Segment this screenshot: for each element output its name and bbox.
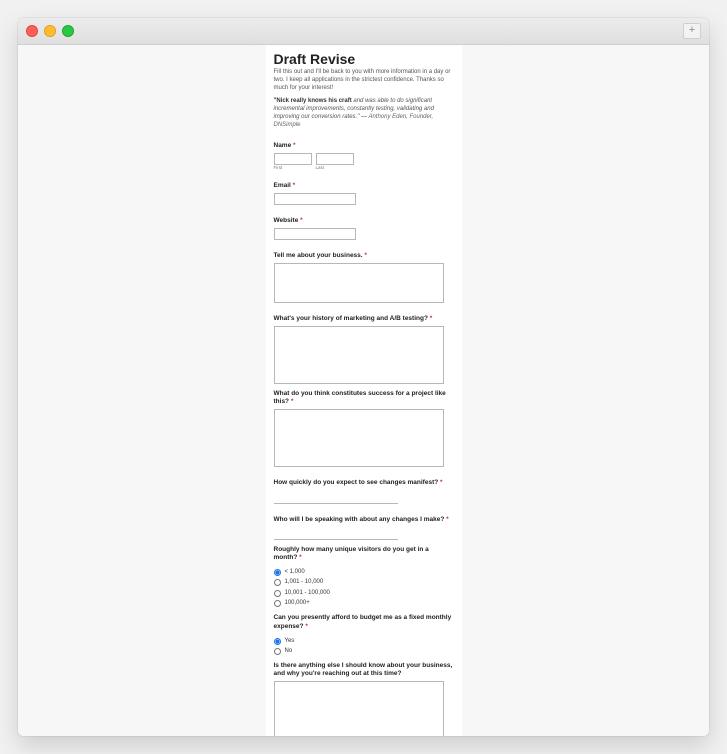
viewport: Draft Revise Fill this out and I'll be b… <box>18 45 709 736</box>
label-anything-else-text: Is there anything else I should know abo… <box>274 662 453 677</box>
business-textarea[interactable] <box>274 263 444 303</box>
first-name-input[interactable] <box>274 153 312 165</box>
page-title: Draft Revise <box>274 51 454 67</box>
budget-option-1[interactable]: No <box>274 647 454 656</box>
field-history: What's your history of marketing and A/B… <box>274 309 454 384</box>
budget-option-0-label: Yes <box>285 637 295 646</box>
visitors-option-3[interactable]: 100,000+ <box>274 599 454 608</box>
visitors-option-0-label: < 1,000 <box>285 568 305 577</box>
intro-text: Fill this out and I'll be back to you wi… <box>274 69 454 92</box>
visitors-option-3-label: 100,000+ <box>285 599 310 608</box>
visitors-radio-2[interactable] <box>274 590 281 597</box>
form-page: Draft Revise Fill this out and I'll be b… <box>266 45 462 736</box>
label-speed: How quickly do you expect to see changes… <box>274 479 443 487</box>
visitors-option-0[interactable]: < 1,000 <box>274 568 454 577</box>
close-icon[interactable] <box>26 25 38 37</box>
required-mark: * <box>299 554 302 561</box>
testimonial: "Nick really knows his craft and was abl… <box>274 98 454 129</box>
first-name-sublabel: First <box>274 165 312 170</box>
visitors-option-2[interactable]: 10,001 - 100,000 <box>274 589 454 598</box>
website-input[interactable] <box>274 228 356 240</box>
last-name-sublabel: Last <box>316 165 354 170</box>
visitors-radio-0[interactable] <box>274 569 281 576</box>
field-budget: Can you presently afford to budget me as… <box>274 614 454 656</box>
field-speaking: Who will I be speaking with about any ch… <box>274 510 454 540</box>
label-visitors: Roughly how many unique visitors do you … <box>274 546 454 562</box>
browser-window: + Draft Revise Fill this out and I'll be… <box>18 18 709 736</box>
label-history: What's your history of marketing and A/B… <box>274 315 433 323</box>
required-mark: * <box>300 217 303 224</box>
minimize-icon[interactable] <box>44 25 56 37</box>
label-business: Tell me about your business. * <box>274 252 367 260</box>
required-mark: * <box>293 142 296 149</box>
visitors-radio-1[interactable] <box>274 579 281 586</box>
field-anything-else: Is there anything else I should know abo… <box>274 662 454 736</box>
field-speed: How quickly do you expect to see changes… <box>274 473 454 503</box>
label-name: Name * <box>274 142 296 150</box>
visitors-radio-3[interactable] <box>274 600 281 607</box>
visitors-option-1-label: 1,001 - 10,000 <box>285 578 324 587</box>
email-input[interactable] <box>274 193 356 205</box>
required-mark: * <box>440 479 443 486</box>
label-speaking-text: Who will I be speaking with about any ch… <box>274 516 445 523</box>
required-mark: * <box>305 623 308 630</box>
budget-option-1-label: No <box>285 647 293 656</box>
required-mark: * <box>430 315 433 322</box>
field-visitors: Roughly how many unique visitors do you … <box>274 546 454 609</box>
history-textarea[interactable] <box>274 326 444 384</box>
traffic-lights <box>26 25 74 37</box>
label-success-text: What do you think constitutes success fo… <box>274 390 446 405</box>
visitors-option-2-label: 10,001 - 100,000 <box>285 589 330 598</box>
speed-input[interactable] <box>274 491 398 504</box>
visitors-option-1[interactable]: 1,001 - 10,000 <box>274 578 454 587</box>
label-email: Email * <box>274 182 296 190</box>
label-name-text: Name <box>274 142 292 149</box>
label-budget: Can you presently afford to budget me as… <box>274 614 454 630</box>
label-website-text: Website <box>274 217 299 224</box>
budget-option-0[interactable]: Yes <box>274 637 454 646</box>
required-mark: * <box>446 516 449 523</box>
label-history-text: What's your history of marketing and A/B… <box>274 315 428 322</box>
field-business: Tell me about your business. * <box>274 246 454 303</box>
field-email: Email * <box>274 176 454 205</box>
last-name-input[interactable] <box>316 153 354 165</box>
label-budget-text: Can you presently afford to budget me as… <box>274 614 452 629</box>
field-success: What do you think constitutes success fo… <box>274 390 454 467</box>
label-anything-else: Is there anything else I should know abo… <box>274 662 454 678</box>
label-business-text: Tell me about your business. <box>274 252 363 259</box>
visitors-options: < 1,000 1,001 - 10,000 10,001 - 100,000 <box>274 568 454 609</box>
speaking-input[interactable] <box>274 527 398 540</box>
label-speed-text: How quickly do you expect to see changes… <box>274 479 439 486</box>
field-name: Name * First Last <box>274 136 454 170</box>
budget-radio-0[interactable] <box>274 638 281 645</box>
zoom-icon[interactable] <box>62 25 74 37</box>
required-mark: * <box>364 252 367 259</box>
required-mark: * <box>293 182 296 189</box>
anything-else-textarea[interactable] <box>274 681 444 736</box>
titlebar: + <box>18 18 709 45</box>
budget-radio-1[interactable] <box>274 648 281 655</box>
required-mark: * <box>291 398 294 405</box>
field-website: Website * <box>274 211 454 240</box>
label-success: What do you think constitutes success fo… <box>274 390 454 406</box>
success-textarea[interactable] <box>274 409 444 467</box>
budget-options: Yes No <box>274 637 454 657</box>
label-email-text: Email <box>274 182 291 189</box>
label-visitors-text: Roughly how many unique visitors do you … <box>274 546 429 561</box>
label-website: Website * <box>274 217 303 225</box>
new-tab-button[interactable]: + <box>683 23 701 39</box>
label-speaking: Who will I be speaking with about any ch… <box>274 516 449 524</box>
testimonial-lead: "Nick really knows his craft <box>274 98 352 104</box>
